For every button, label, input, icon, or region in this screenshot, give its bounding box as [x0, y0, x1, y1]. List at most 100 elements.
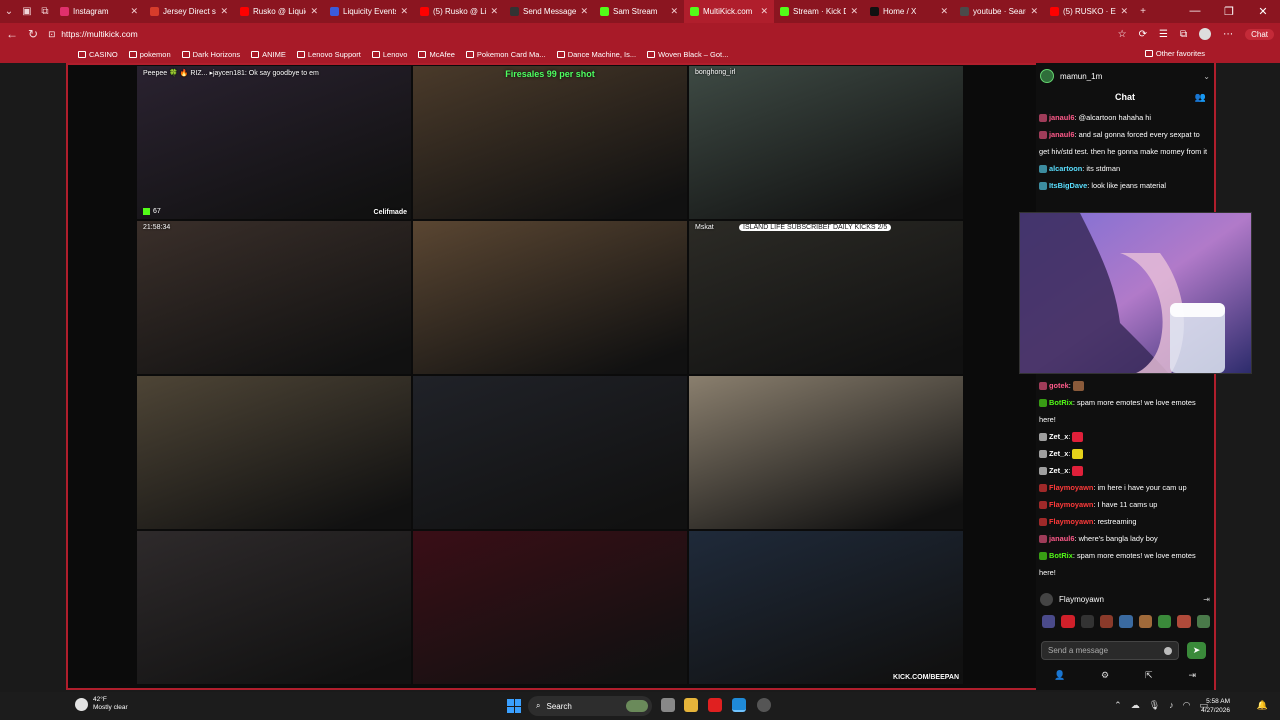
emote-picker-icon[interactable] — [1042, 615, 1056, 628]
profile-avatar[interactable] — [1199, 28, 1212, 40]
edge-browser-icon[interactable] — [732, 698, 746, 712]
bookmark-item[interactable]: ANIME — [251, 50, 286, 59]
close-tab-icon[interactable]: ✕ — [850, 6, 858, 17]
bookmark-item[interactable]: Pokemon Card Ma... — [465, 50, 546, 59]
chat-username[interactable]: BotRix — [1049, 551, 1073, 560]
task-view-icon[interactable] — [661, 698, 675, 712]
popout-icon[interactable]: ⇱ — [1145, 670, 1153, 681]
close-tab-icon[interactable]: ✕ — [310, 6, 318, 17]
close-tab-icon[interactable]: ✕ — [220, 6, 228, 17]
close-tab-icon[interactable]: ✕ — [760, 6, 768, 17]
close-window-icon[interactable]: ✕ — [1246, 5, 1280, 18]
stream-tile[interactable]: bonghong_irl — [689, 66, 963, 219]
tab-menu-icon[interactable]: ⌄ — [0, 0, 18, 23]
stream-tile[interactable]: Mskat ISLAND LIFE SUBSCRIBERS 2/10 DAILY K… — [689, 221, 963, 374]
bookmark-item[interactable]: Woven Black – Got... — [647, 50, 728, 59]
extensions-icon[interactable]: ⟳ — [1139, 29, 1147, 40]
emote-picker-icon[interactable] — [1119, 615, 1133, 628]
chat-username[interactable]: Zet_x — [1049, 449, 1068, 458]
browser-tab[interactable]: Send Message | Fr ✕ — [504, 0, 594, 23]
volume-tray-icon[interactable]: ♪ — [1169, 700, 1174, 711]
chat-username[interactable]: alcartoon — [1049, 164, 1082, 173]
close-tab-icon[interactable]: ✕ — [1030, 6, 1038, 17]
emote-picker-icon[interactable] — [1080, 615, 1094, 628]
favorites-bar-icon[interactable]: ⧉ — [1180, 29, 1187, 40]
stream-tile[interactable] — [413, 221, 687, 374]
minimize-icon[interactable]: — — [1178, 5, 1212, 18]
close-tab-icon[interactable]: ✕ — [130, 6, 138, 17]
more-icon[interactable]: ⋯ — [1223, 29, 1233, 40]
maximize-icon[interactable]: ❐ — [1212, 5, 1246, 18]
chat-username[interactable]: Flaymoyawn — [1049, 500, 1093, 509]
close-tab-icon[interactable]: ✕ — [490, 6, 498, 17]
stream-tile[interactable]: Peepee 🍀 🔥 RIZ... ▸jaycen181: Ok say goo… — [137, 66, 411, 219]
new-tab-button[interactable]: + — [1134, 0, 1152, 23]
stream-tile[interactable]: Firesales 99 per shot — [413, 66, 687, 219]
emoji-icon[interactable] — [1164, 646, 1172, 655]
browser-tab[interactable]: (5) Rusko @ Liquic ✕ — [414, 0, 504, 23]
exit-icon[interactable]: ⇥ — [1188, 670, 1196, 681]
chat-username[interactable]: gotek — [1049, 381, 1069, 390]
stream-tile[interactable]: 21:58:34 — [137, 221, 411, 374]
site-info-icon[interactable]: ⊡ — [48, 29, 55, 40]
chat-username[interactable]: BotRix — [1049, 398, 1073, 407]
chat-user-switcher[interactable]: mamun_1m ⌄ — [1040, 67, 1210, 85]
notification-bell-icon[interactable]: 🔔 — [1257, 700, 1268, 711]
youtube-app-icon[interactable] — [708, 698, 722, 712]
bookmark-item[interactable]: Dance Machine, Is... — [556, 50, 636, 59]
chat-username[interactable]: Zet_x — [1049, 466, 1068, 475]
bookmark-item[interactable]: CASINO — [78, 50, 118, 59]
bookmark-item[interactable]: Lenovo Support — [296, 50, 361, 59]
file-explorer-icon[interactable] — [684, 698, 698, 712]
tray-overflow-icon[interactable]: ⌃ — [1114, 700, 1122, 711]
chat-username[interactable]: Flaymoyawn — [1049, 483, 1093, 492]
emote-picker-icon[interactable] — [1157, 615, 1172, 628]
browser-tab[interactable]: (5) RUSKO · Esse ✕ — [1044, 0, 1134, 23]
send-button[interactable]: ➤ — [1187, 642, 1206, 659]
settings-gear-icon[interactable]: ⚙ — [1101, 670, 1109, 681]
browser-tab[interactable]: youtube · Search ✕ — [954, 0, 1044, 23]
weather-widget[interactable]: 42°F Mostly clear — [75, 696, 128, 712]
close-tab-icon[interactable]: ✕ — [400, 6, 408, 17]
pip-video-overlay[interactable] — [1019, 212, 1252, 374]
bookmark-item[interactable]: Dark Horizons — [181, 50, 240, 59]
stream-tile[interactable] — [137, 376, 411, 529]
close-tab-icon[interactable]: ✕ — [940, 6, 948, 17]
stream-tile[interactable] — [137, 531, 411, 684]
start-button[interactable] — [507, 699, 521, 713]
stream-tile[interactable] — [413, 531, 687, 684]
chat-username[interactable]: ItsBigDave — [1049, 181, 1087, 190]
obs-app-icon[interactable] — [757, 698, 771, 712]
tab-actions-icon[interactable]: ⧉ — [36, 0, 54, 23]
users-icon[interactable]: 👥 — [1195, 92, 1206, 103]
browser-tab[interactable]: Liquicity Events Ru ✕ — [324, 0, 414, 23]
chat-username[interactable]: janaul6 — [1049, 113, 1074, 122]
browser-tab[interactable]: Stream · Kick Dash ✕ — [774, 0, 864, 23]
emote-picker-icon[interactable] — [1138, 615, 1152, 628]
logout-icon[interactable]: ⇥ — [1203, 595, 1210, 604]
emote-picker-icon[interactable] — [1177, 615, 1191, 628]
emote-picker-icon[interactable] — [1099, 615, 1114, 628]
close-tab-icon[interactable]: ✕ — [670, 6, 678, 17]
bookmark-item[interactable]: McAfee — [418, 50, 455, 59]
add-user-icon[interactable]: 👤 — [1054, 670, 1065, 681]
mic-icon[interactable]: 🎙 — [1149, 700, 1160, 711]
browser-tab[interactable]: Jersey Direct s ✕ — [144, 0, 234, 23]
refresh-icon[interactable]: ↻ — [28, 27, 38, 41]
browser-tab[interactable]: MultiKick.com ✕ — [684, 0, 774, 23]
chat-username[interactable]: janaul6 — [1049, 130, 1074, 139]
message-input[interactable]: Send a message — [1041, 641, 1179, 660]
other-favorites[interactable]: Other favorites — [1144, 49, 1205, 58]
stream-tile[interactable] — [413, 376, 687, 529]
stream-tile[interactable] — [689, 376, 963, 529]
emote-picker-icon[interactable] — [1196, 615, 1210, 628]
chat-username[interactable]: janaul6 — [1049, 534, 1074, 543]
emote-picker-icon[interactable] — [1061, 615, 1075, 628]
favorite-star-icon[interactable]: ☆ — [1118, 29, 1127, 40]
bookmark-item[interactable]: Lenovo — [371, 50, 407, 59]
cloud-icon[interactable]: ☁ — [1131, 700, 1140, 711]
browser-tab[interactable]: Home / X ✕ — [864, 0, 954, 23]
chat-username[interactable]: Flaymoyawn — [1049, 517, 1093, 526]
browser-tab[interactable]: Sam Stream ✕ — [594, 0, 684, 23]
clock[interactable]: 5:58 AM 4/27/2026 — [1201, 697, 1230, 715]
